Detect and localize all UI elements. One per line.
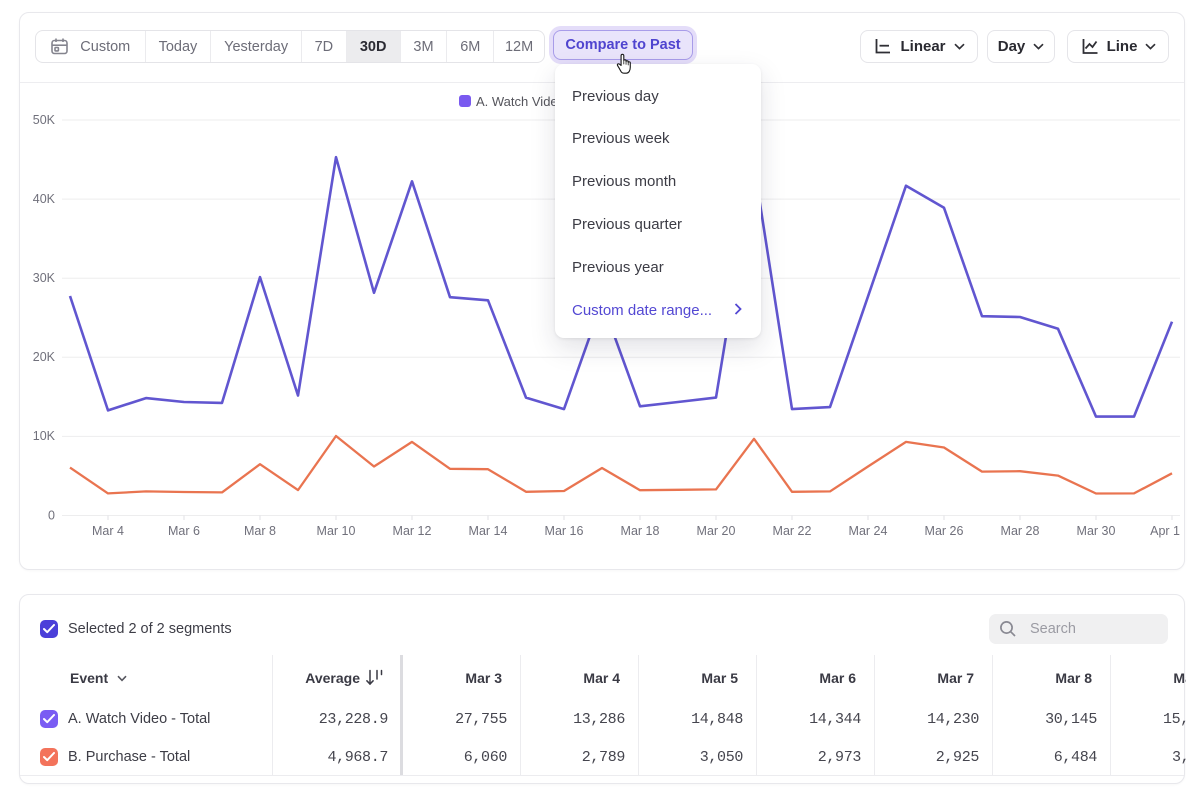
svg-text:Mar 12: Mar 12 xyxy=(393,524,432,538)
svg-text:Apr 1: Apr 1 xyxy=(1150,524,1180,538)
svg-text:0: 0 xyxy=(48,509,55,523)
svg-text:50K: 50K xyxy=(33,113,56,127)
svg-text:Mar 4: Mar 4 xyxy=(92,524,124,538)
svg-text:Mar 8: Mar 8 xyxy=(244,524,276,538)
svg-text:Mar 10: Mar 10 xyxy=(317,524,356,538)
svg-text:10K: 10K xyxy=(33,429,56,443)
svg-text:Mar 22: Mar 22 xyxy=(773,524,812,538)
svg-text:Mar 16: Mar 16 xyxy=(545,524,584,538)
svg-text:Mar 18: Mar 18 xyxy=(621,524,660,538)
svg-text:Mar 28: Mar 28 xyxy=(1001,524,1040,538)
svg-text:30K: 30K xyxy=(33,271,56,285)
svg-text:Mar 24: Mar 24 xyxy=(849,524,888,538)
svg-text:20K: 20K xyxy=(33,350,56,364)
svg-text:Mar 30: Mar 30 xyxy=(1077,524,1116,538)
svg-text:Mar 26: Mar 26 xyxy=(925,524,964,538)
svg-text:40K: 40K xyxy=(33,192,56,206)
svg-text:Mar 20: Mar 20 xyxy=(697,524,736,538)
svg-text:Mar 6: Mar 6 xyxy=(168,524,200,538)
svg-text:Mar 14: Mar 14 xyxy=(469,524,508,538)
